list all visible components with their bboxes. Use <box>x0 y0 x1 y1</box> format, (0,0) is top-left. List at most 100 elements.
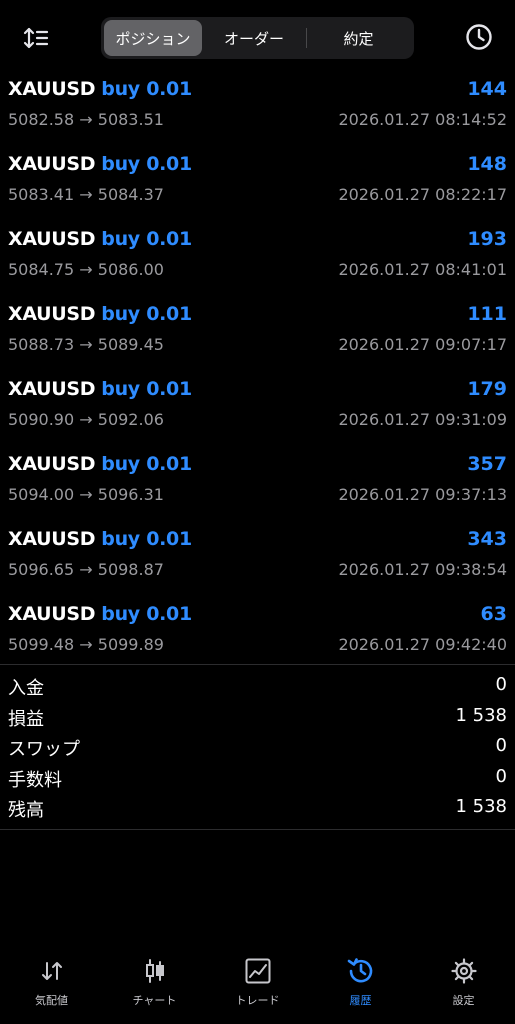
tab-label: 設定 <box>452 994 475 1007</box>
deal-title: XAUUSD buy 0.01 <box>8 453 192 475</box>
summary-row: 手数料 0 <box>0 764 515 795</box>
deal-prices: 5096.65 → 5098.87 <box>8 560 164 579</box>
summary-value: 0 <box>495 765 507 787</box>
deal-side-volume: buy 0.01 <box>101 528 192 550</box>
clock-icon <box>466 24 492 50</box>
deal-row[interactable]: XAUUSD buy 0.01 179 5090.90 → 5092.06 2026.0… <box>0 372 515 447</box>
tab-history[interactable]: 履歴 <box>309 944 412 1024</box>
sort-button[interactable] <box>20 22 52 54</box>
deal-title: XAUUSD buy 0.01 <box>8 378 192 400</box>
arrow-icon: → <box>79 635 93 654</box>
deal-time: 2026.01.27 09:38:54 <box>338 560 507 579</box>
summary-label: 入金 <box>8 678 44 699</box>
summary-value: 1 538 <box>455 704 507 726</box>
deal-time: 2026.01.27 09:31:09 <box>338 410 507 429</box>
arrow-icon: → <box>79 410 93 429</box>
tab-trade[interactable]: トレード <box>206 944 309 1024</box>
summary-value: 0 <box>495 735 507 756</box>
deal-prices: 5099.48 → 5099.89 <box>8 635 164 654</box>
deal-row[interactable]: XAUUSD buy 0.01 357 5094.00 → 5096.31 2026.0… <box>0 447 515 522</box>
deal-row[interactable]: XAUUSD buy 0.01 343 5096.65 → 5098.87 2026.0… <box>0 522 515 597</box>
deals-list: XAUUSD buy 0.01 144 5082.58 → 5083.51 2026.0… <box>0 72 515 672</box>
deal-row[interactable]: XAUUSD buy 0.01 193 5084.75 → 5086.00 2026.0… <box>0 222 515 297</box>
tab-orders[interactable]: オーダー <box>202 20 306 56</box>
symbol-name: XAUUSD <box>8 153 96 175</box>
trade-chart-icon <box>243 956 273 986</box>
close-price: 5092.06 <box>97 410 164 429</box>
tab-deals[interactable]: 約定 <box>307 20 410 56</box>
deal-row[interactable]: XAUUSD buy 0.01 63 5099.48 → 5099.89 2026.01… <box>0 597 515 672</box>
tab-quotes[interactable]: 気配値 <box>0 944 103 1024</box>
close-price: 5098.87 <box>97 560 164 579</box>
segment-control: ポジション オーダー 約定 <box>101 17 414 59</box>
close-price: 5099.89 <box>97 635 164 654</box>
deal-profit: 144 <box>467 78 507 100</box>
tab-label: トレード <box>235 994 280 1007</box>
summary-label: 手数料 <box>8 769 62 791</box>
open-price: 5088.73 <box>8 335 75 354</box>
summary-panel: 入金 0 損益 1 538 スワップ 0 手数料 0 残高 1 538 <box>0 672 515 825</box>
deal-side-volume: buy 0.01 <box>101 303 192 325</box>
deal-side-volume: buy 0.01 <box>101 153 192 175</box>
close-price: 5086.00 <box>97 260 164 279</box>
summary-row: スワップ 0 <box>0 733 515 764</box>
deal-time: 2026.01.27 09:07:17 <box>338 335 507 354</box>
deal-row[interactable]: XAUUSD buy 0.01 144 5082.58 → 5083.51 2026.0… <box>0 72 515 147</box>
history-period-button[interactable] <box>462 20 496 54</box>
deal-row[interactable]: XAUUSD buy 0.01 111 5088.73 → 5089.45 2026.0… <box>0 297 515 372</box>
gear-icon <box>449 956 479 986</box>
deal-side-volume: buy 0.01 <box>101 453 192 475</box>
deal-time: 2026.01.27 08:22:17 <box>338 185 507 204</box>
deal-title: XAUUSD buy 0.01 <box>8 303 192 325</box>
symbol-name: XAUUSD <box>8 303 96 325</box>
summary-row: 損益 1 538 <box>0 703 515 734</box>
tab-label: チャート <box>132 994 177 1007</box>
open-price: 5082.58 <box>8 110 75 129</box>
deal-prices: 5083.41 → 5084.37 <box>8 185 164 204</box>
arrow-icon: → <box>79 185 93 204</box>
symbol-name: XAUUSD <box>8 228 96 250</box>
deal-side-volume: buy 0.01 <box>101 78 192 100</box>
deal-prices: 5090.90 → 5092.06 <box>8 410 164 429</box>
deal-prices: 5088.73 → 5089.45 <box>8 335 164 354</box>
tab-positions[interactable]: ポジション <box>104 20 202 56</box>
close-price: 5083.51 <box>97 110 164 129</box>
deal-side-volume: buy 0.01 <box>101 378 192 400</box>
divider <box>0 664 515 665</box>
symbol-name: XAUUSD <box>8 603 96 625</box>
symbol-name: XAUUSD <box>8 528 96 550</box>
deal-title: XAUUSD buy 0.01 <box>8 153 192 175</box>
summary-value: 1 538 <box>455 796 507 817</box>
top-bar: ポジション オーダー 約定 <box>0 0 515 72</box>
deal-profit: 179 <box>467 378 507 400</box>
summary-label: 残高 <box>8 800 44 821</box>
deal-title: XAUUSD buy 0.01 <box>8 228 192 250</box>
open-price: 5094.00 <box>8 485 75 504</box>
history-icon <box>346 956 376 986</box>
symbol-name: XAUUSD <box>8 378 96 400</box>
summary-value: 0 <box>495 674 507 695</box>
deal-title: XAUUSD buy 0.01 <box>8 603 192 625</box>
symbol-name: XAUUSD <box>8 78 96 100</box>
arrows-updown-icon <box>37 956 67 986</box>
arrow-icon: → <box>79 110 93 129</box>
deal-profit: 148 <box>467 153 507 175</box>
deal-profit: 63 <box>480 603 507 625</box>
open-price: 5083.41 <box>8 185 75 204</box>
symbol-name: XAUUSD <box>8 453 96 475</box>
candlestick-icon <box>140 956 170 986</box>
deal-profit: 193 <box>467 228 507 250</box>
deal-time: 2026.01.27 08:14:52 <box>338 110 507 129</box>
deal-prices: 5094.00 → 5096.31 <box>8 485 164 504</box>
deal-prices: 5084.75 → 5086.00 <box>8 260 164 279</box>
arrow-icon: → <box>79 335 93 354</box>
deal-profit: 343 <box>467 528 507 550</box>
summary-row: 残高 1 538 <box>0 794 515 825</box>
tab-chart[interactable]: チャート <box>103 944 206 1024</box>
open-price: 5099.48 <box>8 635 75 654</box>
open-price: 5090.90 <box>8 410 75 429</box>
deal-row[interactable]: XAUUSD buy 0.01 148 5083.41 → 5084.37 2026.0… <box>0 147 515 222</box>
sort-icon <box>23 27 49 49</box>
open-price: 5084.75 <box>8 260 75 279</box>
tab-settings[interactable]: 設定 <box>412 944 515 1024</box>
